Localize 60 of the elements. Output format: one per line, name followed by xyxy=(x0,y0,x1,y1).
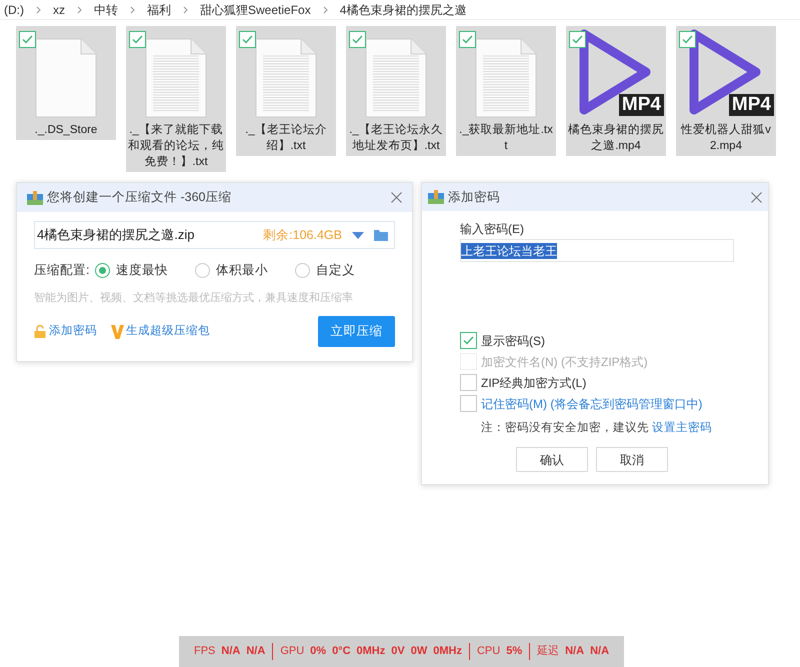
cancel-button[interactable]: 取消 xyxy=(596,447,668,472)
stat-value: 0MHz xyxy=(356,644,386,660)
stat-label: CPU xyxy=(476,644,500,660)
file-name: 橘色束身裙的摆尻之邀.mp4 xyxy=(567,122,665,154)
breadcrumb-item[interactable]: 4橘色束身裙的摆尻之邀 xyxy=(340,0,466,18)
config-label: 压缩配置: xyxy=(34,262,90,279)
stat-value: 0V xyxy=(391,644,405,660)
breadcrumb-item[interactable]: 甜心狐狸SweetieFox xyxy=(200,0,311,18)
file-name: ._【老王论坛介绍】.txt xyxy=(244,122,328,154)
password-value: 上老王论坛当老王 xyxy=(461,242,557,258)
breadcrumb-item[interactable]: (D:) xyxy=(4,0,24,18)
stat-value: 0MHz xyxy=(433,644,462,660)
dialog-title: 您将创建一个压缩文件 -360压缩 xyxy=(47,189,232,206)
password-label: 输入密码(E) xyxy=(460,221,525,238)
stat-label: 延迟 xyxy=(537,644,560,660)
stat-value: N/A xyxy=(565,644,584,660)
free-space: 剩余:106.4GB xyxy=(263,226,342,244)
stat-value: 5% xyxy=(506,644,522,660)
file-tile[interactable]: ._【老王论坛永久地址发布页】.txt xyxy=(346,26,446,156)
format-badge: MP4 xyxy=(728,94,774,116)
filename-field[interactable]: 4橘色束身裙的摆尻之邀.zip 剩余:106.4GB xyxy=(34,221,395,249)
file-tile[interactable]: ._.DS_Store xyxy=(16,26,116,140)
stat-label: GPU xyxy=(280,644,304,660)
stat-value: 0W xyxy=(410,644,428,660)
hint-text: 智能为图片、视频、文档等挑选最优压缩方式，兼具速度和压缩率 xyxy=(34,290,354,306)
set-master-password-link[interactable]: 设置主密码 xyxy=(652,420,712,438)
stat-value: 0°C xyxy=(332,644,351,660)
file-name: ._【老王论坛永久地址发布页】.txt xyxy=(348,122,444,154)
file-name: ._获取最新地址.txt xyxy=(458,122,554,154)
file-name: 性爱机器人甜狐v2.mp4 xyxy=(680,122,772,154)
filename-value: 4橘色束身裙的摆尻之邀.zip xyxy=(37,226,196,244)
password-field[interactable]: 上老王论坛当老王 xyxy=(460,239,734,262)
option-label: 加密文件名(N) (不支持ZIP格式) xyxy=(481,354,648,370)
file-tile[interactable]: MP4 橘色束身裙的摆尻之邀.mp4 xyxy=(566,26,666,156)
note-text: 注：密码没有安全加密，建议先 xyxy=(481,420,649,436)
breadcrumb-item[interactable]: 中转 xyxy=(94,0,118,18)
stat-value: 0% xyxy=(310,644,326,660)
file-tile[interactable]: ._【来了就能下载和观看的论坛，纯免费！】.txt xyxy=(126,26,226,172)
file-name: ._【来了就能下载和观看的论坛，纯免费！】.txt xyxy=(127,122,225,170)
radio-label: 自定义 xyxy=(316,262,356,279)
radio-label: 体积最小 xyxy=(216,262,268,279)
file-tile[interactable]: ._【老王论坛介绍】.txt xyxy=(236,26,336,156)
confirm-button[interactable]: 确认 xyxy=(516,447,588,472)
stat-value: N/A xyxy=(590,644,610,660)
option-label: ZIP经典加密方式(L) xyxy=(481,374,586,392)
add-password-link[interactable]: 添加密码 xyxy=(49,323,97,340)
stat-label: FPS xyxy=(194,644,216,660)
file-name: ._.DS_Store xyxy=(34,123,98,138)
format-badge: MP4 xyxy=(618,94,664,116)
option-label: 记住密码(M) (将会备忘到密码管理窗口中) xyxy=(481,396,702,412)
file-tile[interactable]: ._获取最新地址.txt xyxy=(456,26,556,156)
breadcrumb-item[interactable]: 福利 xyxy=(147,0,171,18)
super-pack-link[interactable]: 生成超级压缩包 xyxy=(126,323,210,340)
stat-value: N/A xyxy=(246,644,266,660)
option-label: 显示密码(S) xyxy=(481,332,545,350)
file-tile[interactable]: MP4 性爱机器人甜狐v2.mp4 xyxy=(676,26,776,156)
breadcrumb-item[interactable]: xz xyxy=(53,0,65,18)
dialog-title: 添加密码 xyxy=(448,188,500,206)
stat-value: N/A xyxy=(221,644,240,660)
radio-label: 速度最快 xyxy=(116,262,168,279)
